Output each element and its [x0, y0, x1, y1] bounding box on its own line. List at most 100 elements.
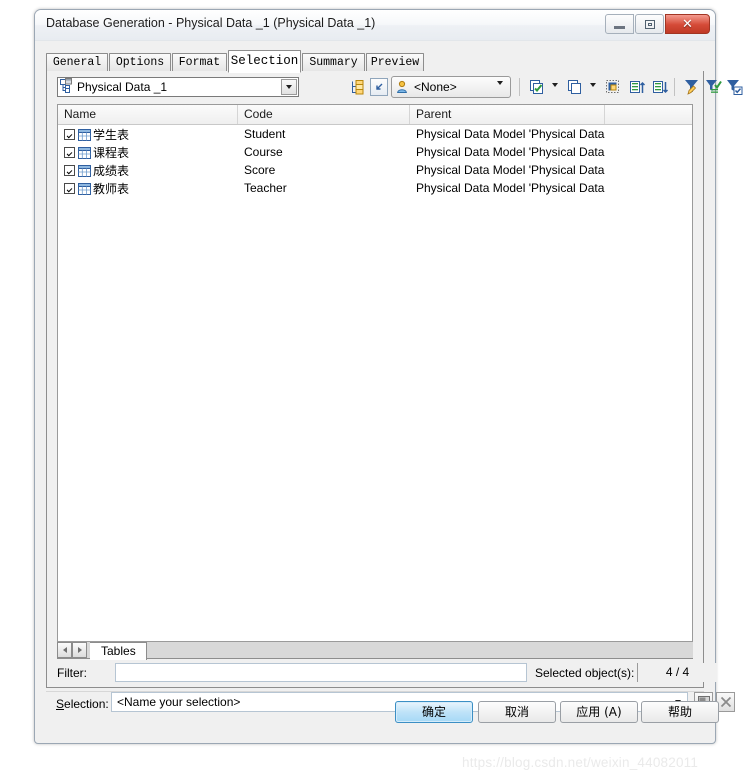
row-parent-cell: Physical Data Model 'Physical Data _1'	[416, 127, 605, 141]
window-title: Database Generation - Physical Data _1 (…	[46, 16, 376, 30]
filter-row: Filter: Selected object(s): 4 / 4	[57, 663, 717, 683]
minimize-button[interactable]	[605, 14, 634, 34]
scroll-right-button[interactable]	[72, 642, 87, 658]
sort-ascending-button[interactable]	[627, 76, 649, 98]
filter-check-icon	[705, 80, 722, 93]
row-name-cell: 课程表	[58, 144, 238, 161]
row-code-cell: Score	[244, 163, 276, 177]
deselect-all-button[interactable]	[565, 76, 587, 98]
row-name-cell: 成绩表	[58, 162, 238, 179]
cancel-button[interactable]: 取消	[478, 701, 556, 723]
object-list[interactable]: Name Code Parent 学生表 Student Physical Da…	[57, 104, 693, 642]
user-combo-value: <None>	[414, 80, 457, 94]
sort-ascending-icon	[630, 80, 646, 93]
row-checkbox[interactable]	[64, 146, 75, 158]
minimize-icon	[614, 25, 625, 29]
toolbar: Physical Data _1 <None>	[47, 71, 742, 103]
expand-button[interactable]	[370, 78, 388, 96]
tab-options[interactable]: Options	[109, 53, 171, 72]
row-parent-cell: Physical Data Model 'Physical Data _1'	[416, 145, 605, 159]
sort-descending-icon	[653, 80, 669, 93]
model-combo[interactable]: Physical Data _1	[57, 77, 299, 97]
row-name-label: 教师表	[93, 181, 130, 196]
close-icon: ✕	[682, 16, 693, 31]
table-icon	[78, 128, 91, 141]
watermark: https://blog.csdn.net/weixin_44082011	[462, 755, 699, 770]
restore-icon	[644, 19, 655, 29]
list-tab-background	[57, 642, 693, 659]
model-tree-icon	[60, 78, 75, 96]
row-checkbox[interactable]	[64, 182, 75, 194]
row-code-cell: Course	[244, 145, 283, 159]
filter-input[interactable]	[115, 663, 527, 682]
help-button[interactable]: 帮助	[641, 701, 719, 723]
row-checkbox[interactable]	[64, 128, 75, 140]
row-name-label: 学生表	[93, 127, 130, 142]
column-header-code[interactable]: Code	[238, 105, 410, 124]
table-icon	[78, 146, 91, 159]
filter-label: Filter:	[57, 666, 87, 680]
toolbar-separator-2	[674, 78, 675, 96]
tab-preview[interactable]: Preview	[366, 53, 424, 72]
column-header-name[interactable]: Name	[58, 105, 238, 124]
table-row[interactable]: 学生表 Student Physical Data Model 'Physica…	[58, 125, 692, 143]
apply-filter-button[interactable]	[702, 76, 724, 98]
user-icon	[396, 80, 410, 94]
table-row[interactable]: 课程表 Course Physical Data Model 'Physical…	[58, 143, 692, 161]
chevron-down-icon	[497, 81, 503, 99]
dialog-footer: 确定 取消 应用 (A) 帮助	[46, 691, 719, 732]
blue-arrow-icon	[376, 83, 383, 90]
folder-tree-icon	[352, 79, 364, 94]
table-icon	[78, 164, 91, 177]
tab-strip: General Options Format Selection Summary…	[46, 50, 704, 73]
chevron-left-icon	[62, 647, 67, 653]
column-header-extra[interactable]	[605, 105, 692, 124]
customize-filter-button[interactable]	[681, 76, 703, 98]
ok-button[interactable]: 确定	[395, 701, 473, 723]
scroll-left-button[interactable]	[57, 642, 72, 658]
row-name-label: 成绩表	[93, 163, 130, 178]
invert-selection-button[interactable]	[603, 76, 625, 98]
table-row[interactable]: 成绩表 Score Physical Data Model 'Physical …	[58, 161, 692, 179]
delete-selection-icon	[720, 696, 731, 708]
title-bar[interactable]: Database Generation - Physical Data _1 (…	[35, 10, 715, 41]
user-combo[interactable]: <None>	[391, 76, 511, 99]
filter-edit-icon	[684, 80, 698, 95]
list-tab-tables[interactable]: Tables	[90, 642, 147, 660]
row-name-cell: 学生表	[58, 126, 238, 143]
tree-view-button[interactable]	[347, 76, 369, 98]
tab-general[interactable]: General	[46, 53, 108, 72]
row-checkbox[interactable]	[64, 164, 75, 176]
sort-descending-button[interactable]	[650, 76, 672, 98]
filter-checkbox-icon	[726, 80, 742, 95]
deselect-all-dropdown-arrow[interactable]	[590, 83, 596, 87]
dialog-body: General Options Format Selection Summary…	[42, 42, 742, 736]
invert-selection-icon	[606, 79, 619, 93]
apply-button[interactable]: 应用 (A)	[560, 701, 638, 723]
selection-panel: Physical Data _1 <None> Name Code Parent…	[46, 71, 742, 688]
model-combo-arrow[interactable]	[281, 79, 297, 95]
tab-selection[interactable]: Selection	[228, 50, 301, 73]
close-button[interactable]: ✕	[665, 14, 710, 34]
table-row[interactable]: 教师表 Teacher Physical Data Model 'Physica…	[58, 179, 692, 197]
list-header: Name Code Parent	[58, 105, 692, 125]
tab-summary[interactable]: Summary	[302, 53, 365, 72]
chevron-down-icon	[286, 85, 292, 89]
row-parent-cell: Physical Data Model 'Physical Data _1'	[416, 163, 605, 177]
select-all-button[interactable]	[527, 76, 549, 98]
toolbar-separator-1	[519, 78, 520, 96]
dialog-window: Database Generation - Physical Data _1 (…	[34, 9, 742, 744]
row-code-cell: Student	[244, 127, 286, 141]
selected-objects-value: 4 / 4	[637, 663, 717, 682]
column-header-parent[interactable]: Parent	[410, 105, 605, 124]
window-controls: ✕	[604, 14, 710, 34]
list-tab-scroll-arrows	[57, 642, 87, 658]
table-icon	[78, 182, 91, 195]
select-all-dropdown-arrow[interactable]	[552, 83, 558, 87]
tab-format[interactable]: Format	[172, 53, 227, 72]
restore-button[interactable]	[635, 14, 664, 34]
chevron-right-icon	[77, 647, 82, 653]
row-name-cell: 教师表	[58, 180, 238, 197]
user-combo-arrow[interactable]	[497, 81, 503, 99]
toggle-filter-button[interactable]	[723, 76, 745, 98]
